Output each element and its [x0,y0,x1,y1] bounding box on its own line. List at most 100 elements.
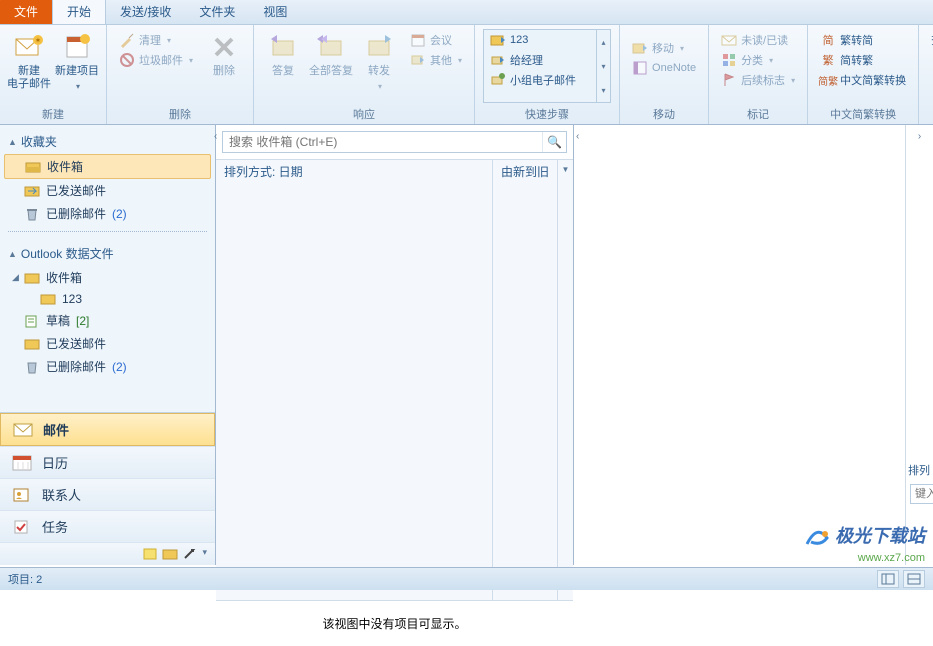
group-move: 移动▾ OneNote 移动 [620,25,709,124]
quick-step-manager[interactable]: 给经理 [484,50,596,70]
view-reading-button[interactable] [903,570,925,588]
new-item-label: 新建项目 [55,65,99,78]
meeting-icon [410,32,426,48]
group-respond: 答复 全部答复 转发▾ 会议 其他▾ 响应 [254,25,475,124]
move-button[interactable]: 移动▾ [628,39,700,57]
quick-step-123[interactable]: 123 [484,30,596,50]
new-task-input[interactable] [910,484,933,504]
folder-mini-icon[interactable] [162,547,178,561]
todo-collapse-icon[interactable]: › [906,125,933,148]
module-tasks[interactable]: 任务 [0,510,215,542]
datafile-header[interactable]: ▲Outlook 数据文件 [0,241,215,266]
collapse-icon: ▲ [8,249,17,259]
fav-sent[interactable]: 已发送邮件 [0,179,215,202]
s2t-icon: 繁 [820,52,836,68]
new-item-icon [61,31,93,63]
message-list-pane: ‹ 🔍 排列方式: 日期 由新到旧 ▼ 该视图中没有项目可显示。 [216,125,574,565]
junk-icon [119,52,135,68]
module-contacts[interactable]: 联系人 [0,478,215,510]
collapse-icon: ▲ [8,137,17,147]
sort-header[interactable]: 排列方式: 日期 由新到旧 ▼ [216,159,573,601]
tab-file[interactable]: 文件 [0,0,52,24]
df-sent[interactable]: 已发送邮件 [0,332,215,355]
reply-all-button[interactable]: 全部答复 [308,27,354,82]
expand-icon[interactable]: ◢ [12,272,19,283]
view-normal-button[interactable] [877,570,899,588]
onenote-button[interactable]: OneNote [628,59,700,77]
drafts-icon [24,314,40,328]
shortcuts-mini-icon[interactable] [182,547,198,561]
team-mail-icon [490,72,506,88]
df-inbox-123[interactable]: 123 [0,289,215,309]
delete-button[interactable]: 删除 [201,27,247,82]
meeting-button[interactable]: 会议 [406,31,466,49]
nav-collapse-handle[interactable]: ‹ [214,131,217,142]
onenote-icon [632,60,648,76]
new-item-button[interactable]: 新建项目 ▾ [54,27,100,97]
forward-button[interactable]: 转发▾ [356,27,402,97]
simp-to-trad-button[interactable]: 繁简转繁 [816,51,910,69]
nav-mini-buttons: ▾ [0,542,215,565]
reply-icon [267,31,299,63]
trash-icon [24,360,40,374]
search-button[interactable]: 🔍 [542,132,566,152]
sort-direction-label[interactable]: 由新到旧 [493,160,557,600]
group-delete: 清理▾ 垃圾邮件▾ 删除 删除 [107,25,254,124]
envelope-icon [721,32,737,48]
group-quick-label: 快速步骤 [481,105,613,124]
df-inbox[interactable]: ◢ 收件箱 [0,266,215,289]
quick-steps-gallery[interactable]: 123 给经理 小组电子邮件 ▴ ▾ ▾ [483,29,611,103]
sent-icon [24,337,40,351]
sort-by-label[interactable]: 排列方式: 日期 [216,160,493,600]
categorize-button[interactable]: 分类▾ [717,51,799,69]
flag-icon [721,72,737,88]
tab-home[interactable]: 开始 [52,0,106,24]
gallery-down-icon[interactable]: ▾ [602,62,606,71]
calendar-icon [12,455,32,471]
trash-icon [24,207,40,221]
group-respond-label: 响应 [260,105,468,124]
fav-inbox[interactable]: 收件箱 [4,154,211,179]
junk-button[interactable]: 垃圾邮件▾ [115,51,197,69]
quick-step-team[interactable]: 小组电子邮件 [484,70,596,90]
reply-all-icon [315,31,347,63]
module-calendar[interactable]: 日历 [0,446,215,478]
configure-mini-icon[interactable]: ▾ [202,547,207,561]
trad-to-simp-button[interactable]: 简繁转简 [816,31,910,49]
gallery-more-icon[interactable]: ▾ [602,86,606,95]
search-input[interactable] [223,132,542,152]
sent-icon [24,184,40,198]
tab-send-receive[interactable]: 发送/接收 [106,0,185,24]
chinese-convert-button[interactable]: 简繁中文简繁转换 [816,71,910,89]
fav-deleted[interactable]: 已删除邮件 (2) [0,202,215,225]
main-area: ▲收藏夹 收件箱 已发送邮件 已删除邮件 (2) ▲Outlook 数据文件 ◢… [0,125,933,565]
filter-button[interactable]: 筛选 [927,75,933,93]
list-collapse-handle[interactable]: ‹ [576,131,579,142]
notes-mini-icon[interactable] [142,547,158,561]
tab-folder[interactable]: 文件夹 [185,0,249,24]
move-icon [632,40,648,56]
inbox-icon [25,160,41,174]
unread-button[interactable]: 未读/已读 [717,31,799,49]
favorites-header[interactable]: ▲收藏夹 [0,129,215,154]
sort-dropdown-icon[interactable]: ▼ [557,160,573,600]
move-folder-icon [490,32,506,48]
df-drafts[interactable]: 草稿 [2] [0,309,215,332]
clean-button[interactable]: 清理▾ [115,31,197,49]
todo-bar: › 排列 [905,125,933,565]
gallery-up-icon[interactable]: ▴ [602,38,606,47]
respond-more-button[interactable]: 其他▾ [406,51,466,69]
find-contact-button[interactable]: 查找联 [927,31,933,49]
reply-button[interactable]: 答复 [260,27,306,82]
address-book-button[interactable]: 通讯 [927,53,933,71]
new-email-button[interactable]: ✶ 新建 电子邮件 [6,27,52,95]
tab-view[interactable]: 视图 [249,0,301,24]
watermark: 极光下载站 www.xz7.com [803,522,925,564]
arrange-label: 排列 [906,458,933,482]
search-box[interactable]: 🔍 [222,131,567,153]
module-mail[interactable]: 邮件 [0,413,215,446]
df-deleted[interactable]: 已删除邮件 (2) [0,355,215,378]
mail-icon [13,422,33,438]
broom-icon [119,32,135,48]
followup-button[interactable]: 后续标志▾ [717,71,799,89]
